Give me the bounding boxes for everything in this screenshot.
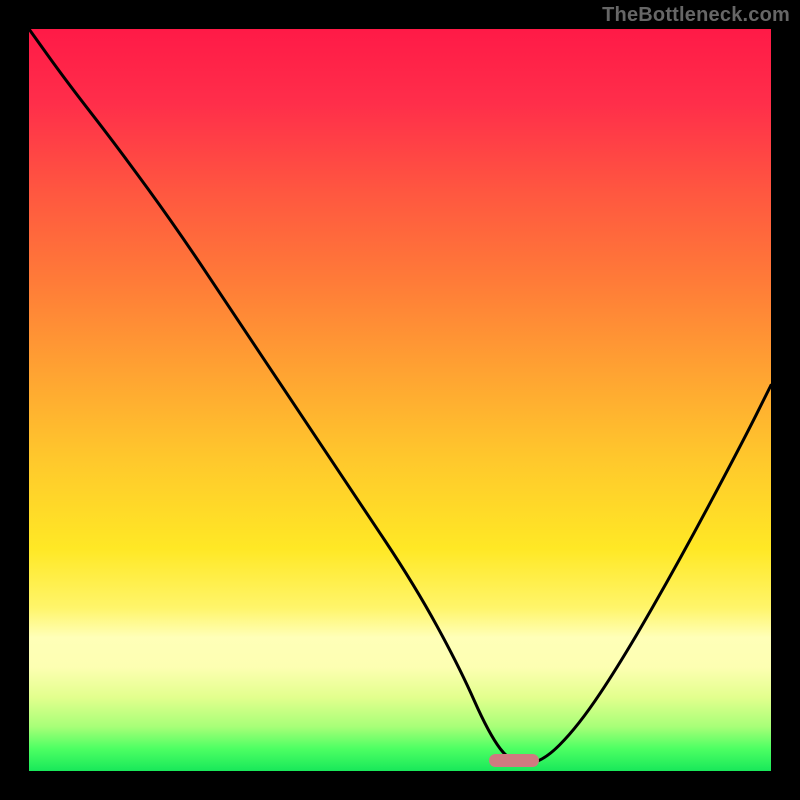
bottleneck-curve	[29, 29, 771, 771]
chart-frame: TheBottleneck.com	[0, 0, 800, 800]
watermark-text: TheBottleneck.com	[602, 4, 790, 27]
plot-area	[29, 29, 771, 771]
optimum-marker	[489, 754, 539, 767]
